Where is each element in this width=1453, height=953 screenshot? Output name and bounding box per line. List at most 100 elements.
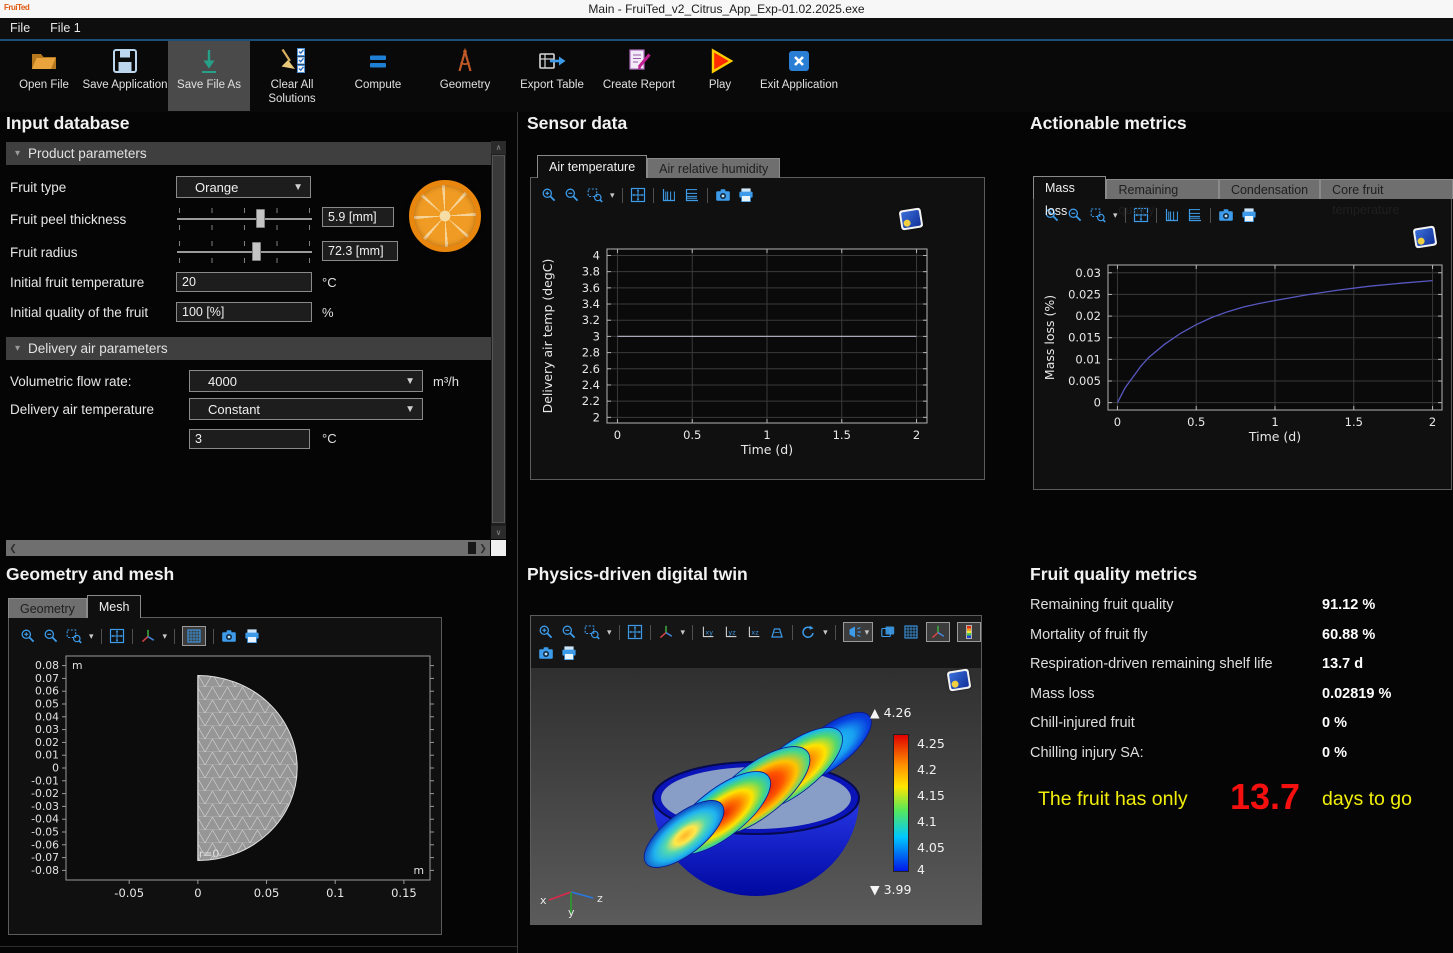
grid-icon[interactable] (903, 624, 919, 640)
delivery-air-parameters-header[interactable]: ▾ Delivery air parameters (6, 337, 491, 360)
zoom-out-icon[interactable] (564, 187, 580, 203)
x-log-scale-icon[interactable] (661, 187, 677, 203)
tab-geometry[interactable]: Geometry (8, 598, 87, 618)
panel-divider[interactable] (517, 112, 518, 953)
zoom-box-icon[interactable] (1090, 207, 1106, 223)
zoom-extents-icon[interactable] (109, 628, 125, 644)
view-xz-icon[interactable]: xz (746, 624, 762, 640)
image-snapshot-icon[interactable] (715, 187, 731, 203)
product-parameters-header[interactable]: ▾ Product parameters (6, 142, 491, 165)
peel-thickness-value[interactable]: 5.9 [mm] (322, 207, 394, 227)
show-grid-toggle[interactable] (182, 626, 206, 646)
tab-mesh[interactable]: Mesh (87, 595, 142, 618)
perspective-view-icon[interactable] (769, 624, 785, 640)
image-snapshot-icon[interactable] (1218, 207, 1234, 223)
tab-core-fruit-temperature[interactable]: Core fruit temperature (1320, 179, 1453, 199)
tab-air-temperature[interactable]: Air temperature (537, 155, 647, 178)
caret-down-icon[interactable]: ▾ (89, 628, 94, 644)
zoom-in-icon[interactable] (538, 624, 554, 640)
delivery-air-temp-dropdown[interactable]: Constant ▼ (189, 398, 423, 420)
zoom-out-icon[interactable] (561, 624, 577, 640)
play-button[interactable]: Play (682, 41, 758, 111)
initial-temp-input[interactable] (176, 272, 312, 292)
image-snapshot-icon[interactable] (538, 645, 554, 661)
zoom-box-icon[interactable] (584, 624, 600, 640)
fruit-radius-value[interactable]: 72.3 [mm] (322, 241, 398, 261)
caret-down-icon[interactable]: ▾ (1113, 207, 1118, 223)
scroll-right-icon[interactable]: ❯ (476, 543, 490, 554)
caret-down-icon[interactable]: ▾ (865, 624, 870, 640)
caret-down-icon[interactable]: ▾ (823, 624, 828, 640)
peel-thickness-slider[interactable] (177, 206, 312, 232)
sensor-chart[interactable]: 00.511.5243.83.63.43.232.82.62.42.22Time… (534, 206, 982, 474)
axis-orientation-icon[interactable] (140, 628, 156, 644)
create-report-button[interactable]: Create Report (596, 41, 682, 111)
zoom-in-icon[interactable] (20, 628, 36, 644)
input-database-title: Input database (6, 113, 130, 134)
x-log-scale-icon[interactable] (1164, 207, 1180, 223)
flow-rate-dropdown[interactable]: 4000 ▼ (189, 370, 423, 392)
horizontal-scrollbar[interactable]: ❮ ❯ (6, 540, 490, 556)
exit-application-button[interactable]: Exit Application (758, 41, 840, 111)
rotate-view-icon[interactable] (800, 624, 816, 640)
zoom-out-icon[interactable] (43, 628, 59, 644)
y-log-scale-icon[interactable] (684, 187, 700, 203)
scrollbar-thumb[interactable] (468, 542, 476, 554)
menu-file[interactable]: File (0, 18, 40, 39)
caret-down-icon[interactable]: ▾ (681, 624, 686, 640)
mass-loss-chart[interactable]: 00.511.520.030.0250.020.0150.010.0050Tim… (1036, 228, 1450, 478)
initial-quality-input[interactable] (176, 302, 312, 322)
scroll-left-icon[interactable]: ❮ (6, 543, 20, 554)
slider-track[interactable] (177, 251, 312, 253)
caret-down-icon[interactable]: ▾ (610, 187, 615, 203)
zoom-box-icon[interactable] (587, 187, 603, 203)
zoom-in-icon[interactable] (541, 187, 557, 203)
show-axes-toggle[interactable] (926, 622, 950, 642)
tab-air-relative-humidity[interactable]: Air relative humidity (647, 158, 780, 178)
print-icon[interactable] (1241, 207, 1257, 223)
zoom-out-icon[interactable] (1067, 207, 1083, 223)
export-table-button[interactable]: Export Table (508, 41, 596, 111)
scrollbar-thumb[interactable] (492, 155, 505, 523)
scroll-up-icon[interactable]: ∧ (491, 141, 506, 154)
zoom-extents-icon[interactable] (627, 624, 643, 640)
digital-twin-3d-view[interactable]: xzy (531, 668, 981, 924)
geometry-button[interactable]: Geometry (422, 41, 508, 111)
caret-down-icon[interactable]: ▾ (163, 628, 168, 644)
open-file-button[interactable]: Open File (6, 41, 82, 111)
view-yz-icon[interactable]: yz (723, 624, 739, 640)
menu-file-1[interactable]: File 1 (40, 18, 91, 39)
svg-text:0: 0 (614, 428, 621, 442)
scene-light-toggle[interactable]: ▾ (843, 622, 874, 642)
image-snapshot-icon[interactable] (221, 628, 237, 644)
caret-down-icon[interactable]: ▾ (607, 624, 612, 640)
tab-remaining-quality[interactable]: Remaining quality (1106, 179, 1218, 199)
fruit-type-dropdown[interactable]: Orange ▼ (176, 176, 311, 198)
slider-handle[interactable] (252, 242, 261, 261)
print-icon[interactable] (738, 187, 754, 203)
transparency-icon[interactable] (880, 624, 896, 640)
zoom-extents-icon[interactable] (630, 187, 646, 203)
view-xy-icon[interactable]: xy (700, 624, 716, 640)
print-icon[interactable] (561, 645, 577, 661)
fruit-radius-slider[interactable] (177, 239, 312, 265)
slider-track[interactable] (177, 218, 312, 220)
vertical-scrollbar[interactable]: ∧ ∨ (491, 141, 506, 539)
axis-orientation-icon[interactable] (658, 624, 674, 640)
scroll-down-icon[interactable]: ∨ (491, 526, 506, 539)
zoom-box-icon[interactable] (66, 628, 82, 644)
separator (132, 629, 133, 644)
tab-mass-loss[interactable]: Mass loss (1033, 176, 1106, 199)
tab-condensation[interactable]: Condensation (1219, 179, 1320, 199)
print-icon[interactable] (244, 628, 260, 644)
mesh-plot[interactable]: 0.080.070.060.050.040.030.020.010-0.01-0… (10, 648, 438, 910)
slider-handle[interactable] (256, 209, 265, 228)
save-file-as-button[interactable]: Save File As (168, 41, 250, 111)
delivery-temp-setpoint-input[interactable] (189, 429, 310, 449)
save-application-button[interactable]: Save Application (82, 41, 168, 111)
y-log-scale-icon[interactable] (1187, 207, 1203, 223)
clear-all-solutions-button[interactable]: Clear All Solutions (250, 41, 334, 111)
svg-text:0.5: 0.5 (683, 428, 701, 442)
show-colorbar-toggle[interactable] (957, 622, 981, 642)
compute-button[interactable]: Compute (334, 41, 422, 111)
